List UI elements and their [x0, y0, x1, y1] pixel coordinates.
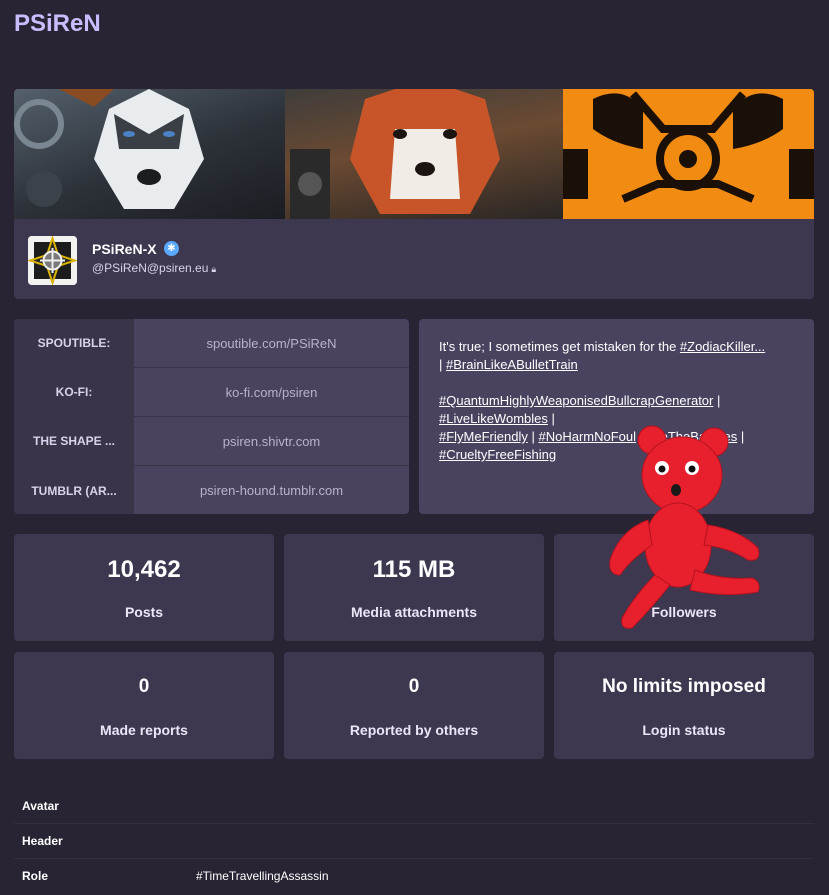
field-name: THE SHAPE ... — [14, 417, 134, 465]
stat-tile-reported-by-others[interactable]: 0 Reported by others — [284, 652, 544, 759]
page-title: PSiReN — [14, 10, 101, 37]
header-image-pattern — [563, 89, 814, 219]
hashtag-link[interactable]: #BrainLikeABulletTrain — [446, 357, 578, 372]
account-handle-text: @PSiReN@psiren.eu — [92, 261, 209, 275]
field-value-link[interactable]: spoutible.com/PSiReN — [134, 319, 409, 367]
header-image[interactable] — [14, 89, 814, 219]
bio-separator: | — [439, 357, 446, 372]
admin-key: Header — [22, 834, 63, 848]
bear-sticker-image — [600, 420, 770, 635]
field-row: SPOUTIBLE: spoutible.com/PSiReN — [14, 319, 409, 368]
paw-badge-icon: ✱ — [164, 241, 179, 256]
field-value-link[interactable]: psiren.shivtr.com — [134, 417, 409, 465]
stat-label: Media attachments — [350, 604, 478, 620]
stat-label: Made reports — [100, 722, 188, 738]
stat-value: 0 — [138, 676, 150, 697]
stat-label: Posts — [124, 604, 164, 620]
stat-tile-media[interactable]: 115 MB Media attachments — [284, 534, 544, 641]
field-name: TUMBLR (AR... — [14, 466, 134, 514]
admin-row-role: Role #TimeTravellingAssassin — [14, 859, 814, 894]
bio-separator: | — [713, 393, 721, 408]
field-row: KO-FI: ko-fi.com/psiren — [14, 368, 409, 417]
field-row: THE SHAPE ... psiren.shivtr.com — [14, 417, 409, 466]
admin-key: Avatar — [22, 799, 59, 813]
stat-label: Reported by others — [349, 722, 479, 738]
stat-tile-login-status[interactable]: No limits imposed Login status — [554, 652, 814, 759]
stat-value: No limits imposed — [602, 676, 766, 697]
admin-key: Role — [22, 869, 49, 883]
field-name: KO-FI: — [14, 368, 134, 416]
bio-separator: | — [527, 429, 535, 444]
field-value-link[interactable]: ko-fi.com/psiren — [134, 368, 409, 416]
profile-card: PSiReN-X ✱ @PSiReN@psiren.eu 🔒︎ — [14, 89, 814, 299]
avatar[interactable] — [28, 236, 77, 285]
hashtag-link[interactable]: #LiveLikeWombles — [439, 411, 548, 426]
admin-row-header: Header — [14, 824, 814, 859]
stat-value: 10,462 — [107, 556, 181, 583]
bio-separator: | — [547, 411, 555, 426]
hashtag-link[interactable]: #QuantumHighlyWeaponisedBullcrapGenerato… — [439, 393, 713, 408]
role-value[interactable]: #TimeTravellingAssassin — [196, 869, 329, 883]
admin-row-avatar: Avatar — [14, 789, 814, 824]
field-row: TUMBLR (AR... psiren-hound.tumblr.com — [14, 466, 409, 514]
bio-text: It's true; I sometimes get mistaken for … — [439, 339, 680, 354]
stat-tile-made-reports[interactable]: 0 Made reports — [14, 652, 274, 759]
hashtag-link[interactable]: #FlyMeFriendly — [439, 429, 528, 444]
profile-fields: SPOUTIBLE: spoutible.com/PSiReN KO-FI: k… — [14, 319, 409, 514]
field-name: SPOUTIBLE: — [14, 319, 134, 367]
display-name: PSiReN-X — [92, 241, 157, 257]
header-image-shiba — [285, 89, 563, 219]
stat-label: Login status — [642, 722, 726, 738]
account-handle: @PSiReN@psiren.eu 🔒︎ — [92, 261, 216, 275]
stat-value: 115 MB — [372, 556, 456, 583]
field-value-link[interactable]: psiren-hound.tumblr.com — [134, 466, 409, 514]
stat-tile-posts[interactable]: 10,462 Posts — [14, 534, 274, 641]
hashtag-link[interactable]: #CrueltyFreeFishing — [439, 447, 556, 462]
lock-icon: 🔒︎ — [211, 264, 217, 274]
stat-value: 0 — [408, 676, 420, 697]
header-image-wolf — [14, 89, 285, 219]
hashtag-link[interactable]: #ZodiacKiller... — [680, 339, 765, 354]
